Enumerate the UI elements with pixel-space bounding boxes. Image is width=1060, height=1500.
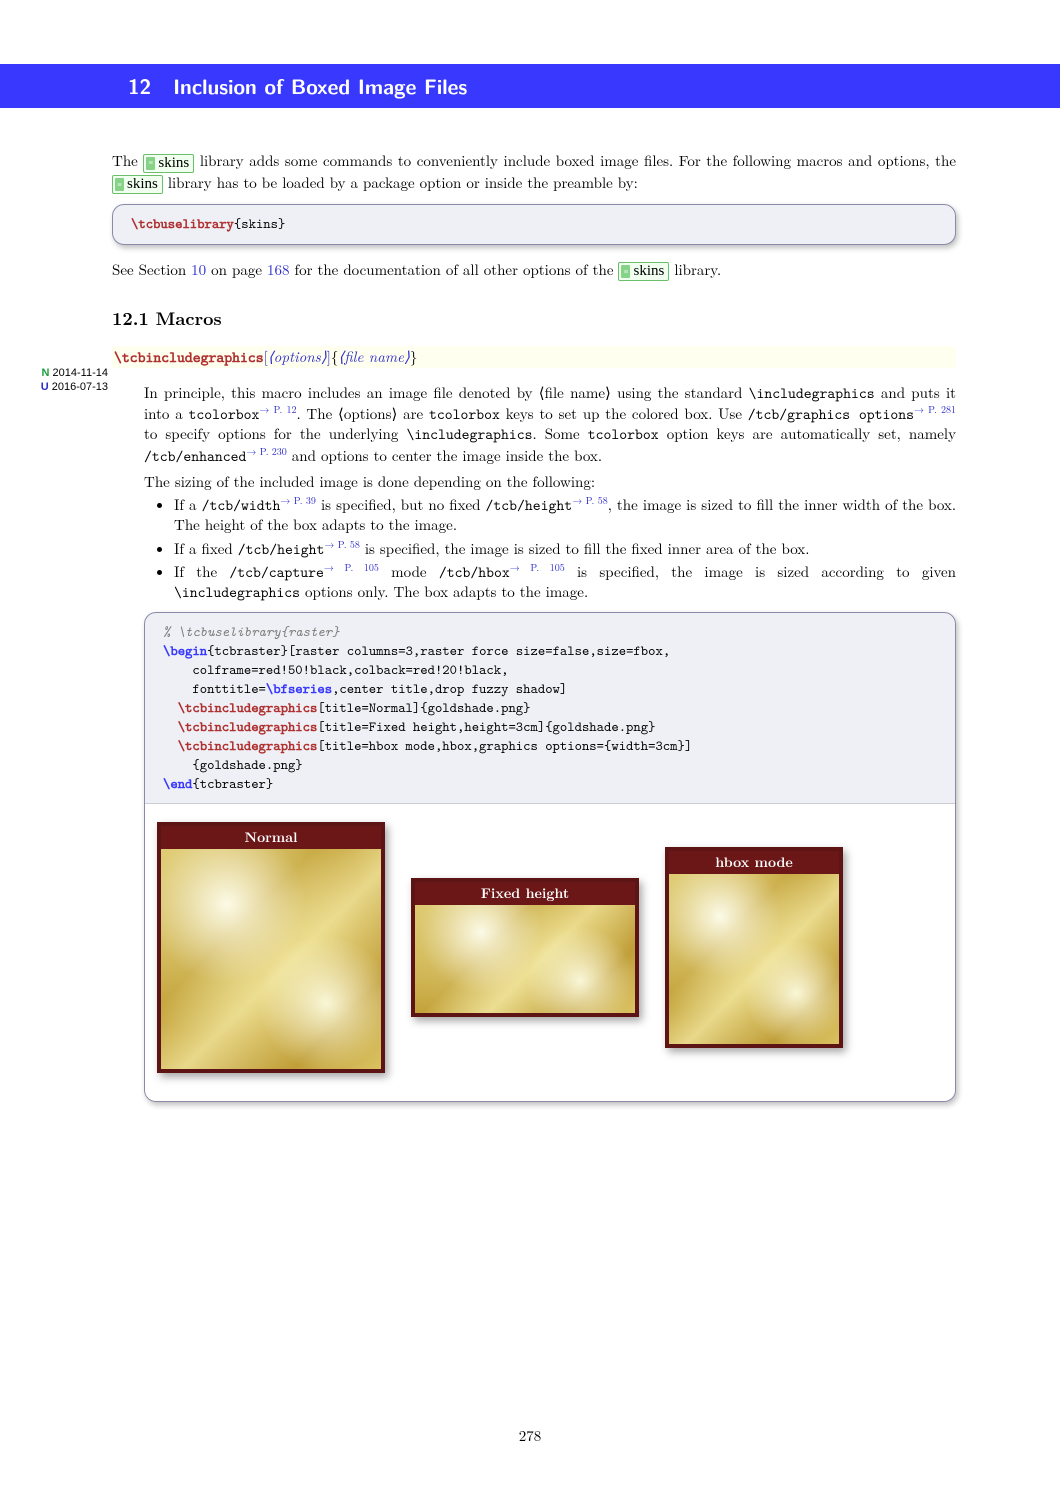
library-icon: ≡ — [115, 178, 124, 191]
skins-library-tag[interactable]: ≡ skins — [618, 262, 669, 281]
change-badges: N 2014-11-14 U 2016-07-13 — [20, 367, 108, 395]
macro-definition: \tcbincludegraphics[⟨options⟩]{⟨file nam… — [112, 346, 956, 368]
content-area: The ≡ skins library adds some commands t… — [112, 136, 956, 1116]
page-ref[interactable]: → P. 230 — [246, 444, 286, 458]
code-listing-preamble: \tcbuselibrary{skins} — [112, 204, 956, 245]
code-content: % \tcbuselibrary{raster} \begin{tcbraste… — [145, 613, 955, 803]
page-ref[interactable]: → P. 39 — [280, 493, 316, 507]
section-number: 12 — [128, 72, 151, 100]
image-box-normal: Normal — [157, 822, 385, 1073]
sizing-list: If a /tcb/width→ P. 39 is specified, but… — [174, 494, 956, 602]
subsection-heading: 12.1 Macros — [112, 307, 956, 331]
macro-description: In principle, this macro includes an ima… — [144, 383, 956, 1102]
list-item: If the /tcb/capture→ P. 105 mode /tcb/hb… — [174, 561, 956, 603]
page: 12 Inclusion of Boxed Image Files The ≡ … — [0, 0, 1060, 1500]
code-listing-example: % \tcbuselibrary{raster} \begin{tcbraste… — [144, 612, 956, 1102]
image-box-title: Fixed height — [415, 882, 635, 905]
page-ref[interactable]: → P. 105 — [510, 560, 565, 574]
image-box-fixed-height: Fixed height — [411, 878, 639, 1017]
skins-library-tag[interactable]: ≡ skins — [143, 154, 194, 173]
updated-badge: U — [41, 381, 49, 393]
section-header: 12 Inclusion of Boxed Image Files — [0, 64, 1060, 108]
intro-paragraph: The ≡ skins library adds some commands t… — [112, 151, 956, 194]
image-box-title: hbox mode — [669, 851, 839, 874]
page-ref[interactable]: → P. 105 — [324, 560, 379, 574]
code-content: \tcbuselibrary{skins} — [113, 205, 955, 244]
section-xref[interactable]: 10 — [191, 259, 206, 280]
list-item: If a fixed /tcb/height→ P. 58 is specifi… — [174, 538, 956, 559]
section-title: Inclusion of Boxed Image Files — [173, 72, 467, 100]
library-icon: ≡ — [621, 265, 630, 278]
see-also-paragraph: See Section 10 on page 168 for the docum… — [112, 260, 956, 282]
image-box-hbox-mode: hbox mode — [665, 847, 843, 1048]
example-output: Normal Fixed height hbox mode — [145, 803, 955, 1101]
page-ref[interactable]: → P. 58 — [572, 493, 608, 507]
skins-library-tag[interactable]: ≡ skins — [112, 175, 163, 194]
image-box-title: Normal — [161, 826, 381, 849]
list-item: If a /tcb/width→ P. 39 is specified, but… — [174, 494, 956, 536]
page-xref[interactable]: 168 — [267, 259, 290, 280]
library-icon: ≡ — [146, 157, 155, 170]
new-badge: N — [42, 367, 50, 379]
page-number: 278 — [0, 1426, 1060, 1446]
page-ref[interactable]: → P. 12 — [259, 402, 296, 416]
page-ref[interactable]: → P. 58 — [324, 537, 359, 551]
page-ref[interactable]: → P. 281 — [914, 402, 956, 416]
